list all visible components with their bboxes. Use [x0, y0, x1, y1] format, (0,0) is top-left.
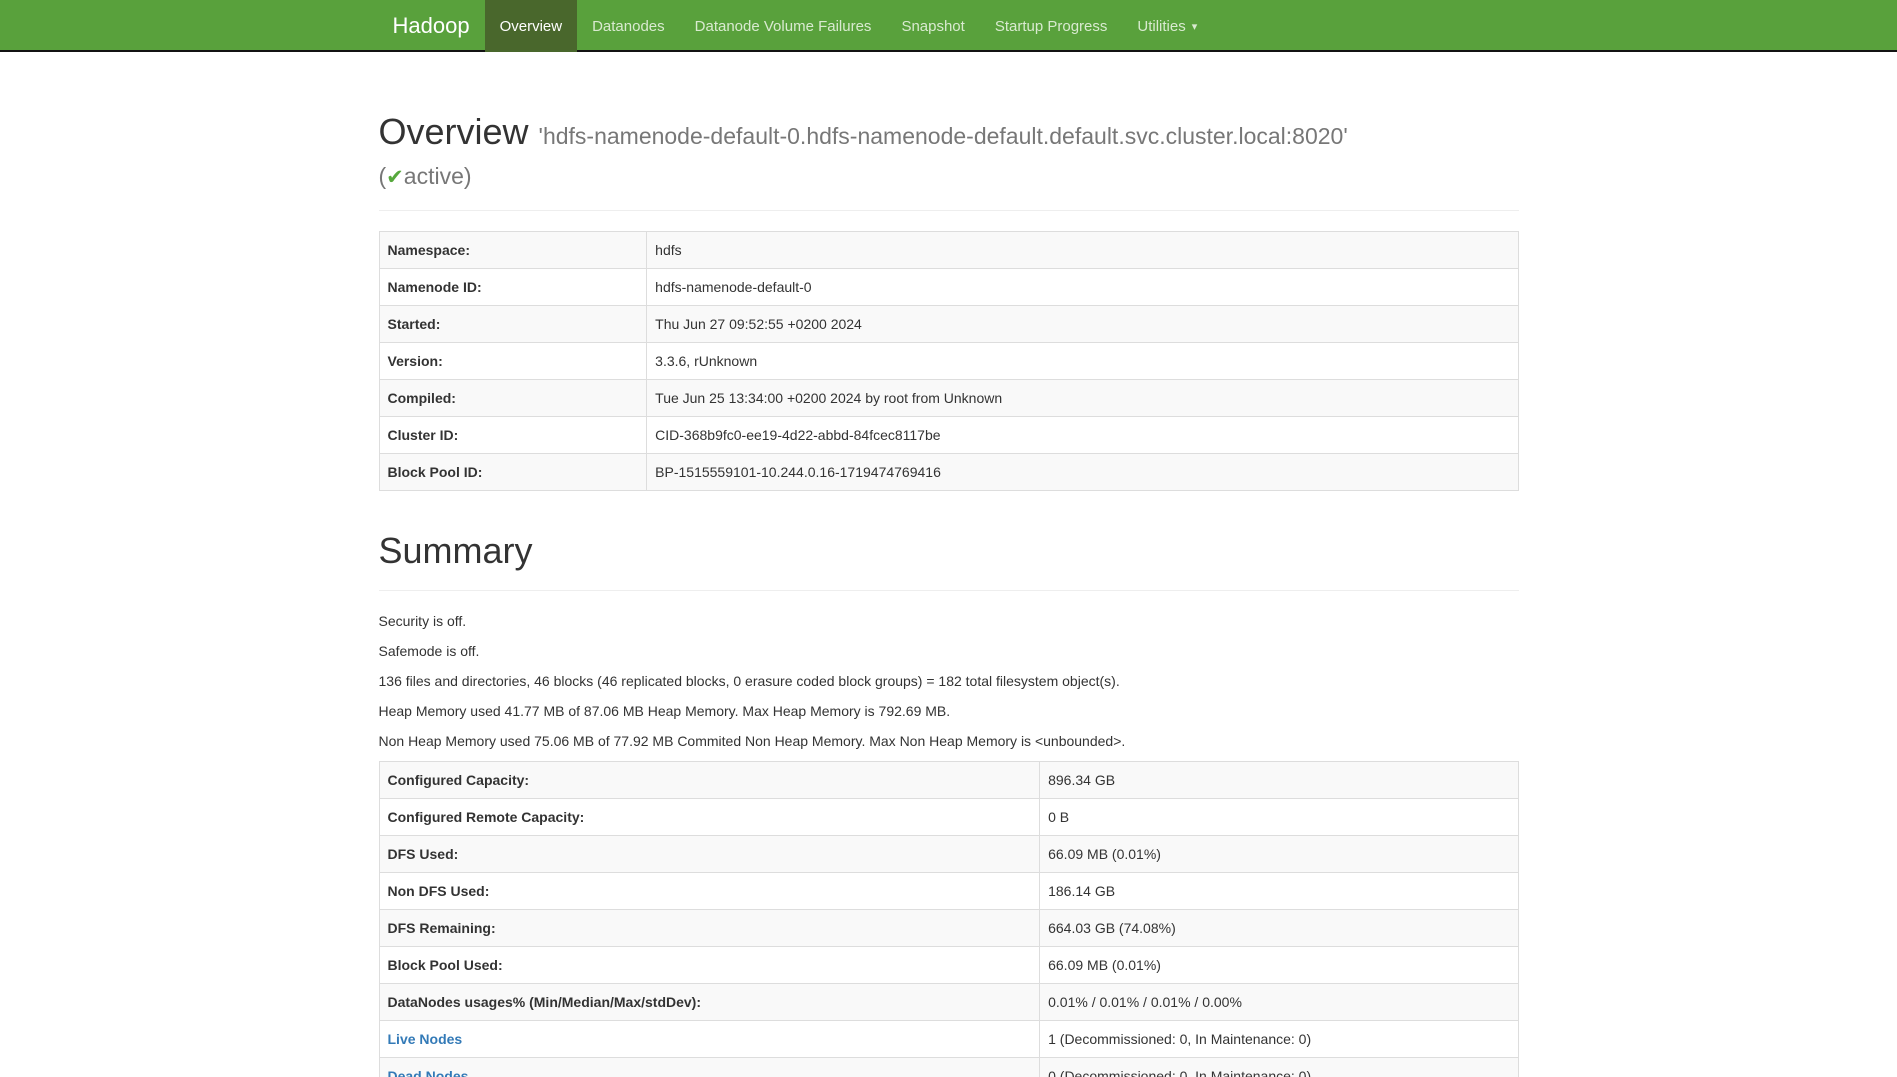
- row-value: 3.3.6, rUnknown: [647, 343, 1518, 380]
- navbar-container: Hadoop Overview Datanodes Datanode Volum…: [364, 0, 1534, 52]
- row-value: 0.01% / 0.01% / 0.01% / 0.00%: [1040, 983, 1518, 1020]
- row-label: Started:: [379, 306, 647, 343]
- row-label: Cluster ID:: [379, 417, 647, 454]
- summary-section-header: Summary: [379, 531, 1519, 591]
- overview-page-header: Overview 'hdfs-namenode-default-0.hdfs-n…: [379, 112, 1519, 211]
- row-value: BP-1515559101-10.244.0.16-1719474769416: [647, 454, 1518, 491]
- table-row-compiled: Compiled: Tue Jun 25 13:34:00 +0200 2024…: [379, 380, 1518, 417]
- table-row-dead-nodes: Dead Nodes 0 (Decommissioned: 0, In Main…: [379, 1058, 1518, 1077]
- row-value: 0 B: [1040, 798, 1518, 835]
- row-label: Configured Remote Capacity:: [379, 798, 1040, 835]
- row-label: Non DFS Used:: [379, 872, 1040, 909]
- tab-datanodes-label: Datanodes: [592, 18, 665, 35]
- caret-down-icon: ▾: [1192, 20, 1198, 33]
- row-value: hdfs-namenode-default-0: [647, 269, 1518, 306]
- security-status-text: Security is off.: [379, 611, 1519, 631]
- check-icon: ✔: [386, 166, 404, 189]
- tab-startup-progress[interactable]: Startup Progress: [980, 0, 1123, 52]
- row-value: 1 (Decommissioned: 0, In Maintenance: 0): [1040, 1021, 1518, 1058]
- tab-datanodes[interactable]: Datanodes: [577, 0, 680, 52]
- tab-snapshot[interactable]: Snapshot: [886, 0, 979, 52]
- navbar-tabs: Overview Datanodes Datanode Volume Failu…: [485, 0, 1213, 52]
- row-label: Configured Capacity:: [379, 761, 1040, 798]
- heap-memory-text: Heap Memory used 41.77 MB of 87.06 MB He…: [379, 701, 1519, 721]
- row-label: DFS Remaining:: [379, 909, 1040, 946]
- namenode-address: 'hdfs-namenode-default-0.hdfs-namenode-d…: [539, 123, 1348, 149]
- table-row-namenode-id: Namenode ID: hdfs-namenode-default-0: [379, 269, 1518, 306]
- table-row-dfs-remaining: DFS Remaining: 664.03 GB (74.08%): [379, 909, 1518, 946]
- tab-utilities-label: Utilities: [1137, 18, 1185, 35]
- non-heap-memory-text: Non Heap Memory used 75.06 MB of 77.92 M…: [379, 731, 1519, 751]
- main-content: Overview 'hdfs-namenode-default-0.hdfs-n…: [364, 112, 1534, 1077]
- tab-overview[interactable]: Overview: [485, 0, 578, 52]
- table-row-namespace: Namespace: hdfs: [379, 232, 1518, 269]
- tab-snapshot-label: Snapshot: [901, 18, 964, 35]
- row-label: Compiled:: [379, 380, 647, 417]
- row-label: Block Pool ID:: [379, 454, 647, 491]
- tab-datanode-volume-failures-label: Datanode Volume Failures: [695, 18, 872, 35]
- table-row-block-pool-used: Block Pool Used: 66.09 MB (0.01%): [379, 946, 1518, 983]
- namenode-info-table: Namespace: hdfs Namenode ID: hdfs-nameno…: [379, 231, 1519, 491]
- row-value: CID-368b9fc0-ee19-4d22-abbd-84fcec8117be: [647, 417, 1518, 454]
- page-title-text: Overview: [379, 111, 529, 152]
- table-row-live-nodes: Live Nodes 1 (Decommissioned: 0, In Main…: [379, 1021, 1518, 1058]
- live-nodes-link[interactable]: Live Nodes: [388, 1031, 463, 1047]
- row-value: Tue Jun 25 13:34:00 +0200 2024 by root f…: [647, 380, 1518, 417]
- row-label: Block Pool Used:: [379, 946, 1040, 983]
- row-value: hdfs: [647, 232, 1518, 269]
- table-row-configured-remote-capacity: Configured Remote Capacity: 0 B: [379, 798, 1518, 835]
- status-active-label: active): [404, 163, 472, 189]
- summary-title: Summary: [379, 531, 1519, 571]
- row-label: Namenode ID:: [379, 269, 647, 306]
- table-row-version: Version: 3.3.6, rUnknown: [379, 343, 1518, 380]
- row-value: 186.14 GB: [1040, 872, 1518, 909]
- table-row-cluster-id: Cluster ID: CID-368b9fc0-ee19-4d22-abbd-…: [379, 417, 1518, 454]
- table-row-dfs-used: DFS Used: 66.09 MB (0.01%): [379, 835, 1518, 872]
- safemode-status-text: Safemode is off.: [379, 641, 1519, 661]
- dead-nodes-link[interactable]: Dead Nodes: [388, 1068, 469, 1077]
- row-label: Dead Nodes: [379, 1058, 1040, 1077]
- row-label: Live Nodes: [379, 1021, 1040, 1058]
- table-row-block-pool-id: Block Pool ID: BP-1515559101-10.244.0.16…: [379, 454, 1518, 491]
- tab-overview-label: Overview: [500, 18, 563, 35]
- summary-table: Configured Capacity: 896.34 GB Configure…: [379, 761, 1519, 1077]
- tab-utilities-dropdown[interactable]: Utilities ▾: [1122, 0, 1212, 52]
- navbar-brand-hadoop[interactable]: Hadoop: [379, 0, 485, 52]
- row-value: 66.09 MB (0.01%): [1040, 835, 1518, 872]
- filesystem-objects-text: 136 files and directories, 46 blocks (46…: [379, 671, 1519, 691]
- table-row-started: Started: Thu Jun 27 09:52:55 +0200 2024: [379, 306, 1518, 343]
- namenode-status: (✔active): [379, 163, 472, 189]
- row-value: 896.34 GB: [1040, 761, 1518, 798]
- page-title: Overview 'hdfs-namenode-default-0.hdfs-n…: [379, 112, 1519, 191]
- table-row-configured-capacity: Configured Capacity: 896.34 GB: [379, 761, 1518, 798]
- row-value: 0 (Decommissioned: 0, In Maintenance: 0): [1040, 1058, 1518, 1077]
- row-label: DataNodes usages% (Min/Median/Max/stdDev…: [379, 983, 1040, 1020]
- table-row-non-dfs-used: Non DFS Used: 186.14 GB: [379, 872, 1518, 909]
- row-value: 66.09 MB (0.01%): [1040, 946, 1518, 983]
- row-value: 664.03 GB (74.08%): [1040, 909, 1518, 946]
- row-label: Version:: [379, 343, 647, 380]
- top-navbar: Hadoop Overview Datanodes Datanode Volum…: [0, 0, 1897, 52]
- tab-startup-progress-label: Startup Progress: [995, 18, 1108, 35]
- tab-datanode-volume-failures[interactable]: Datanode Volume Failures: [680, 0, 887, 52]
- table-row-datanode-usages: DataNodes usages% (Min/Median/Max/stdDev…: [379, 983, 1518, 1020]
- row-value: Thu Jun 27 09:52:55 +0200 2024: [647, 306, 1518, 343]
- row-label: Namespace:: [379, 232, 647, 269]
- row-label: DFS Used:: [379, 835, 1040, 872]
